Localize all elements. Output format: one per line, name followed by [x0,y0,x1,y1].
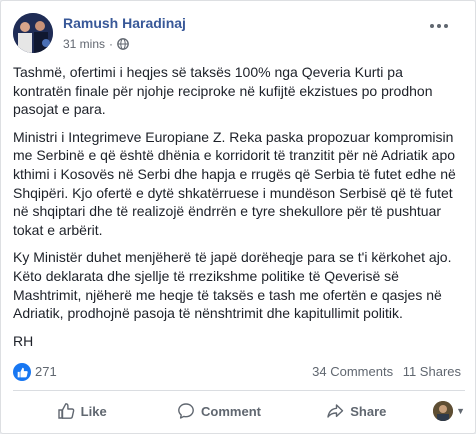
post-paragraph: Ky Ministër duhet menjëherë të japë dorë… [13,249,452,322]
author-name[interactable]: Ramush Haradinaj [63,15,186,31]
viewer-avatar [433,401,454,421]
engagement-counts: 34 Comments 11 Shares [312,364,461,379]
comment-button[interactable]: Comment [150,395,287,427]
share-count[interactable]: 11 Shares [403,364,461,379]
comment-button-label: Comment [201,403,261,419]
divider [13,390,465,391]
share-button-label: Share [350,403,387,419]
author-avatar[interactable] [13,13,53,53]
like-button[interactable]: Like [13,395,150,427]
post-header: Ramush Haradinaj 31 mins · [13,13,453,55]
post-meta: 31 mins · [63,37,129,51]
comment-icon [178,403,194,419]
thumbs-up-icon [57,403,74,419]
globe-icon [117,38,129,50]
chevron-down-icon: ▼ [456,406,465,416]
meta-separator: · [109,37,114,51]
post-paragraph: Ministri i Integrimeve Europiane Z. Reka… [13,128,456,238]
share-button[interactable]: Share [288,395,425,427]
more-options-icon[interactable] [429,13,449,34]
comment-count[interactable]: 34 Comments [312,364,393,379]
like-reaction-icon[interactable] [13,363,31,381]
post-as-selector[interactable]: ▼ [425,401,465,421]
post-paragraph: Tashmë, ofertimi i heqjes së taksës 100%… [13,64,433,118]
post-body: Tashmë, ofertimi i heqjes së taksës 100%… [13,63,465,359]
post-card: Ramush Haradinaj 31 mins · Tashmë, ofert… [0,0,476,434]
action-bar: Like Comment Share ▼ [13,394,465,428]
like-count[interactable]: 271 [35,364,57,379]
post-stats: 271 34 Comments 11 Shares [13,362,465,382]
post-signature: RH [13,332,34,349]
like-button-label: Like [80,403,107,419]
share-icon [327,404,344,418]
post-timestamp[interactable]: 31 mins [63,37,105,51]
